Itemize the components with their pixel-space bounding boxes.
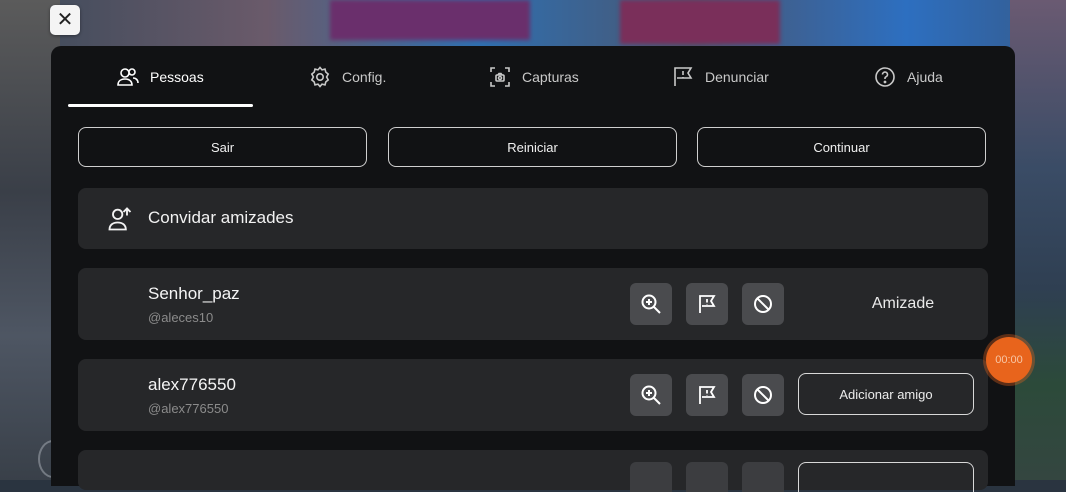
- tab-label: Denunciar: [705, 69, 769, 85]
- tab-captures[interactable]: Capturas: [488, 60, 579, 94]
- player-name: Senhor_paz: [148, 284, 240, 303]
- player-row: [78, 450, 988, 492]
- report-flag-icon: [699, 386, 716, 404]
- inspect-zoom-icon: [641, 385, 661, 405]
- invite-friends-button[interactable]: Convidar amizades: [78, 188, 988, 249]
- invite-label: Convidar amizades: [148, 208, 294, 227]
- player-row: Senhor_paz @aleces10 Amizade: [78, 268, 988, 340]
- tab-people[interactable]: Pessoas: [116, 60, 204, 94]
- active-tab-indicator: [68, 104, 253, 107]
- action-buttons: Sair Reiniciar Continuar: [78, 127, 988, 169]
- report-player-button[interactable]: [686, 374, 728, 416]
- recording-time: 00:00: [995, 354, 1023, 366]
- leave-button[interactable]: Sair: [78, 127, 367, 167]
- tab-report[interactable]: Denunciar: [671, 60, 769, 94]
- add-person-icon: [108, 207, 132, 231]
- inspect-zoom-icon: [641, 294, 661, 314]
- block-player-button[interactable]: [742, 374, 784, 416]
- report-player-button[interactable]: [686, 462, 728, 492]
- tab-help[interactable]: Ajuda: [873, 60, 943, 94]
- block-player-button[interactable]: [742, 283, 784, 325]
- people-icon: [117, 68, 139, 86]
- player-handle: @aleces10: [148, 310, 214, 325]
- player-name: alex776550: [148, 375, 236, 394]
- close-icon: ✕: [56, 9, 74, 31]
- block-player-button[interactable]: [742, 462, 784, 492]
- inspect-button[interactable]: [630, 462, 672, 492]
- inspect-button[interactable]: [630, 283, 672, 325]
- tab-bar: Pessoas Config. Capturas Denunciar Ajuda: [51, 46, 1015, 108]
- capture-icon: [490, 67, 510, 87]
- add-friend-button[interactable]: [798, 462, 974, 492]
- help-icon: [875, 67, 895, 87]
- gear-icon: [310, 66, 330, 88]
- tab-settings[interactable]: Config.: [308, 60, 386, 94]
- close-menu-button[interactable]: ✕: [50, 5, 80, 35]
- tab-label: Config.: [342, 69, 387, 85]
- player-row: alex776550 @alex776550 Adicionar amigo: [78, 359, 988, 431]
- restart-button[interactable]: Reiniciar: [388, 127, 677, 167]
- friendship-status: Amizade: [871, 295, 935, 312]
- menu-panel: Pessoas Config. Capturas Denunciar Ajuda: [51, 46, 1015, 492]
- inspect-button[interactable]: [630, 374, 672, 416]
- recording-timer[interactable]: 00:00: [986, 337, 1032, 383]
- block-icon: [754, 295, 772, 313]
- report-flag-icon: [674, 67, 693, 86]
- player-handle: @alex776550: [148, 401, 229, 416]
- add-friend-button[interactable]: Adicionar amigo: [798, 373, 974, 415]
- report-player-button[interactable]: [686, 283, 728, 325]
- tab-label: Capturas: [522, 69, 579, 85]
- block-icon: [754, 386, 772, 404]
- continue-button[interactable]: Continuar: [697, 127, 986, 167]
- tab-label: Pessoas: [150, 69, 204, 85]
- report-flag-icon: [699, 295, 716, 313]
- tab-label: Ajuda: [907, 69, 943, 85]
